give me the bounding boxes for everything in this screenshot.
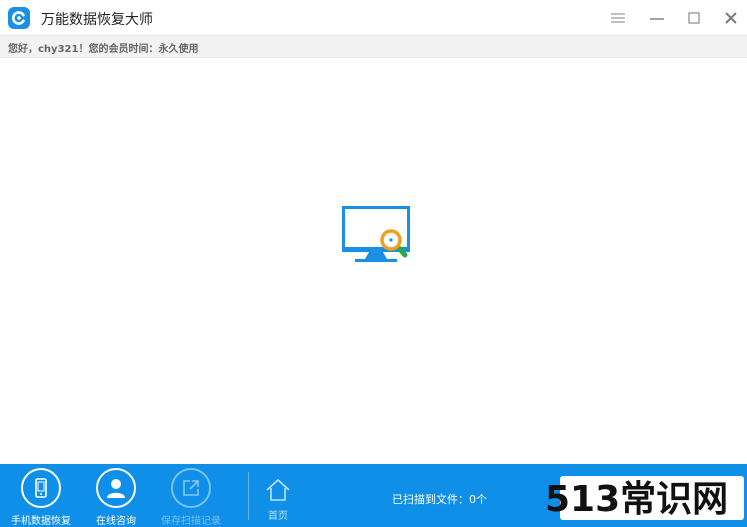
- member-info-text: 您好，chy321！您的会员时间：永久使用: [8, 44, 199, 55]
- watermark-text: 513常识网: [545, 479, 729, 520]
- export-icon: [171, 468, 211, 508]
- phone-data-recovery-label: 手机数据恢复: [11, 516, 71, 527]
- home-icon: [258, 478, 298, 506]
- toolbar-divider: [248, 472, 249, 520]
- scanning-monitor-icon: [339, 205, 413, 267]
- phone-icon: [21, 468, 61, 508]
- main-content: [0, 58, 747, 464]
- phone-data-recovery-button[interactable]: 手机数据恢复: [1, 468, 81, 527]
- close-icon[interactable]: [721, 8, 741, 28]
- scan-count-status: 已扫描到文件：0个: [392, 493, 487, 506]
- app-title: 万能数据恢复大师: [41, 12, 153, 28]
- title-bar: 万能数据恢复大师: [0, 0, 747, 35]
- online-consult-button[interactable]: 在线咨询: [76, 468, 156, 527]
- online-consult-label: 在线咨询: [96, 516, 136, 527]
- save-scan-record-label: 保存扫描记录: [161, 516, 221, 527]
- home-label: 首页: [268, 511, 288, 522]
- member-info-bar: 您好，chy321！您的会员时间：永久使用: [0, 35, 747, 58]
- minimize-icon[interactable]: [647, 8, 667, 28]
- menu-icon[interactable]: [608, 8, 628, 28]
- maximize-icon[interactable]: [684, 8, 704, 28]
- person-icon: [96, 468, 136, 508]
- home-button[interactable]: 首页: [258, 478, 298, 527]
- save-scan-record-button[interactable]: 保存扫描记录: [151, 468, 231, 527]
- app-logo-icon: [8, 7, 30, 29]
